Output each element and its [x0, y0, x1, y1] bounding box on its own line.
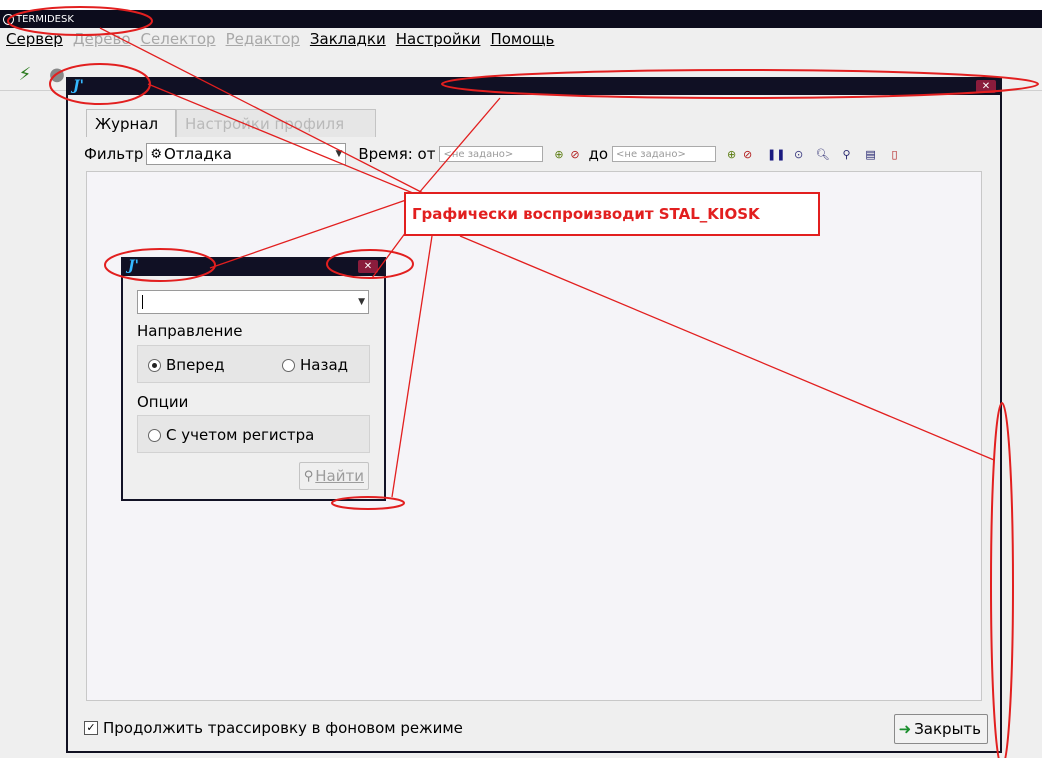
find-next-icon[interactable]: ⚲ — [839, 147, 854, 162]
filter-row: Фильтр ⚙ Отладка ▼ Время: от <не задано>… — [84, 142, 984, 166]
pause-icon[interactable]: ❚❚ — [767, 147, 785, 162]
radio-forward-label: Вперед — [166, 356, 225, 374]
search-input[interactable]: ▼ — [137, 290, 369, 314]
radio-forward-dot — [148, 358, 161, 372]
options-label: Опции — [137, 393, 189, 411]
app-titlebar: TERMIDESK — [0, 10, 1042, 28]
continue-checkbox[interactable]: ✓ — [84, 721, 98, 735]
time-to-pick-icon[interactable]: ⊕ — [724, 147, 739, 162]
menu-bookmarks[interactable]: Закладки — [310, 30, 386, 48]
tab-profile-settings[interactable]: Настройки профиля — [176, 109, 376, 137]
time-to-input[interactable]: <не задано> — [612, 146, 717, 162]
menu-selector[interactable]: Селектор — [141, 30, 216, 48]
time-from-input[interactable]: <не задано> — [439, 146, 544, 162]
filter-value: Отладка — [164, 145, 232, 163]
close-button[interactable]: ➜ Закрыть — [893, 714, 988, 744]
annotation-box: Графически воспроизводит STAL_KIOSK — [404, 192, 820, 236]
server-icon[interactable]: ● — [46, 64, 68, 86]
zoom-icon[interactable]: ⊙ — [791, 147, 806, 162]
time-to-label: до — [588, 145, 609, 163]
exit-icon: ➜ — [898, 720, 912, 738]
debug-icon: ⚙ — [150, 146, 163, 162]
chevron-down-icon: ▼ — [358, 297, 365, 307]
journal-window-close-button[interactable]: ✕ — [976, 80, 996, 93]
radio-backward-dot — [282, 358, 295, 372]
continue-checkbox-label: Продолжить трассировку в фоновом режиме — [103, 719, 463, 737]
options-group: С учетом регистра — [137, 415, 370, 453]
filter-select[interactable]: ⚙ Отладка ▼ — [146, 143, 347, 165]
j-logo-icon: J' — [128, 258, 139, 274]
screen: TERMIDESK Сервер Дерево Селектор Редакто… — [0, 0, 1042, 758]
time-from-clear-icon[interactable]: ⊘ — [567, 147, 582, 162]
radio-backward-label: Назад — [300, 356, 349, 374]
time-to-clear-icon[interactable]: ⊘ — [740, 147, 755, 162]
app-logo-icon — [3, 13, 14, 25]
find-button-label: Найти — [315, 467, 364, 485]
search-icon: ⚲ — [303, 468, 314, 484]
time-from-label: Время: от — [358, 145, 436, 163]
filter-label: Фильтр — [84, 145, 144, 163]
menubar: Сервер Дерево Селектор Редактор Закладки… — [0, 28, 1042, 50]
j-logo-icon: J' — [73, 78, 84, 94]
direction-group: Вперед Назад — [137, 345, 370, 383]
case-sensitive-option[interactable]: С учетом регистра — [148, 426, 314, 444]
connect-icon[interactable]: ⚡ — [14, 64, 36, 86]
menu-help[interactable]: Помощь — [490, 30, 554, 48]
menu-editor[interactable]: Редактор — [226, 30, 300, 48]
find-button[interactable]: ⚲ Найти — [298, 462, 369, 490]
menu-server[interactable]: Сервер — [6, 30, 63, 48]
journal-window-titlebar[interactable]: J' ✕ — [68, 78, 1000, 95]
save-icon[interactable]: ▤ — [863, 147, 878, 162]
time-from-pick-icon[interactable]: ⊕ — [551, 147, 566, 162]
radio-forward[interactable]: Вперед — [148, 356, 224, 374]
case-sensitive-dot — [148, 428, 161, 442]
bottom-row: ✓ Продолжить трассировку в фоновом режим… — [84, 714, 988, 744]
find-dialog-titlebar[interactable]: J' ✕ — [123, 258, 384, 276]
find-dialog-close-button[interactable]: ✕ — [358, 260, 378, 273]
direction-label: Направление — [137, 322, 243, 340]
menu-settings[interactable]: Настройки — [396, 30, 481, 48]
find-dialog: J' ✕ ▼ Направление Вперед Назад Опции С … — [121, 257, 386, 501]
chevron-down-icon: ▼ — [335, 149, 343, 159]
case-sensitive-label: С учетом регистра — [166, 426, 315, 444]
tab-journal[interactable]: Журнал — [86, 109, 176, 137]
search-icon[interactable]: 🔍︎ — [815, 147, 830, 162]
clear-log-icon[interactable]: ▯ — [887, 147, 902, 162]
app-title: TERMIDESK — [16, 13, 74, 25]
text-caret — [142, 295, 143, 309]
close-button-label: Закрыть — [914, 720, 981, 738]
menu-tree[interactable]: Дерево — [73, 30, 131, 48]
radio-backward[interactable]: Назад — [282, 356, 348, 374]
